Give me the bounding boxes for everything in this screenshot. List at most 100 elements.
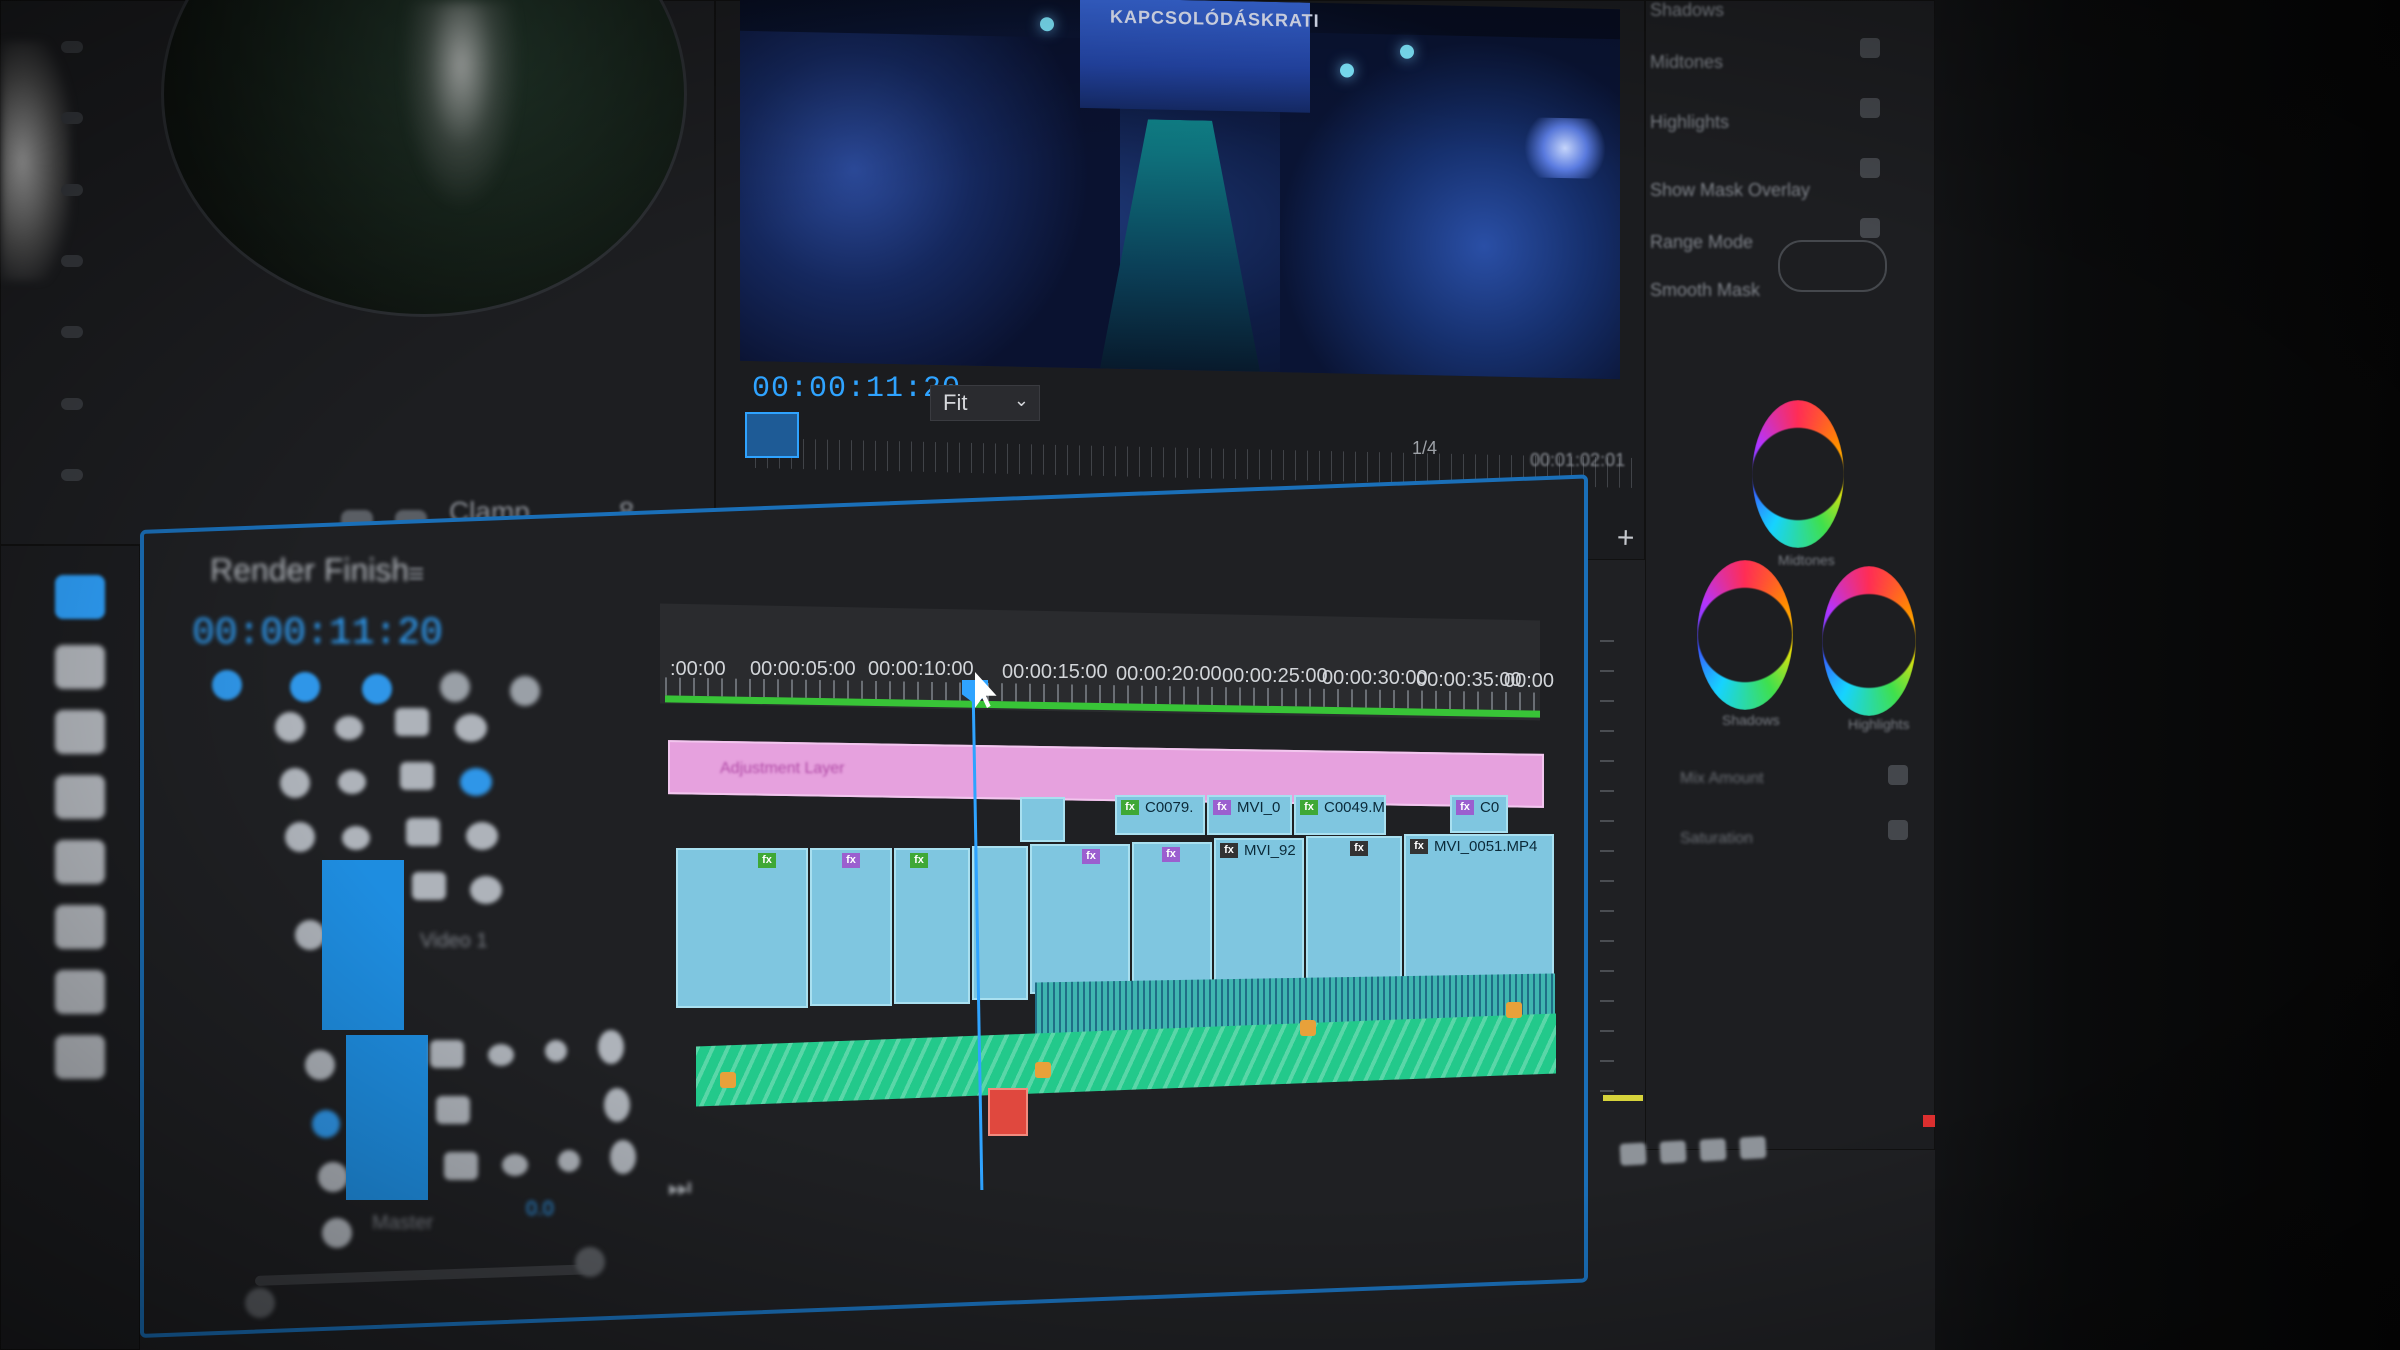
hand-tool-icon[interactable]: [55, 970, 105, 1014]
mute-track-icon[interactable]: [488, 1044, 514, 1066]
lumetri-row: Range Mode: [1650, 232, 1754, 252]
video-clip[interactable]: fx MVI_0: [1207, 795, 1292, 835]
toggle-output-icon[interactable]: [400, 762, 434, 790]
zoom-handle-left[interactable]: [245, 1288, 275, 1318]
zoom-handle-right[interactable]: [575, 1247, 605, 1277]
track-lock-icon[interactable]: [295, 920, 325, 950]
video-clip[interactable]: fx C0049.MP: [1294, 795, 1386, 835]
toggle-output-icon[interactable]: [430, 1040, 464, 1068]
target-track-icon[interactable]: [312, 1110, 340, 1138]
scope-tick: [61, 397, 83, 410]
video-clip[interactable]: [1020, 797, 1065, 842]
video-clip[interactable]: fx: [894, 848, 970, 1004]
shadows-color-wheel[interactable]: [1697, 560, 1793, 710]
toggle-output-icon[interactable]: [406, 818, 440, 846]
keyframe-marker[interactable]: [1300, 1020, 1316, 1036]
video-clip[interactable]: fx: [1030, 844, 1130, 994]
scope-tick: [61, 254, 83, 267]
lumetri-checkbox[interactable]: [1860, 98, 1880, 118]
video-clip[interactable]: fx C0079.: [1115, 795, 1205, 835]
toggle-output-icon[interactable]: [444, 1152, 478, 1180]
eye-icon[interactable]: [466, 822, 498, 850]
add-marker-icon[interactable]: [440, 672, 470, 702]
track-select-tool-icon[interactable]: [55, 645, 105, 689]
v1-source-patch[interactable]: [322, 860, 404, 1030]
nest-toggle-icon[interactable]: [212, 670, 242, 700]
snap-toggle-icon[interactable]: [290, 672, 320, 702]
tray-icon[interactable]: [1739, 1136, 1767, 1160]
a1-source-patch[interactable]: [346, 1035, 428, 1200]
track-lock-icon[interactable]: [280, 768, 310, 798]
keyframe-marker[interactable]: [1506, 1002, 1522, 1018]
keyframe-marker[interactable]: [720, 1072, 736, 1088]
sync-lock-icon[interactable]: [335, 716, 363, 740]
pen-tool-icon[interactable]: [55, 905, 105, 949]
chevron-down-icon: ⌄: [1013, 390, 1029, 410]
fx-badge-icon: fx: [1082, 849, 1100, 864]
toggle-output-icon[interactable]: [395, 708, 429, 736]
eye-icon[interactable]: [455, 714, 487, 742]
video-clip[interactable]: fx: [1306, 836, 1402, 986]
sequence-tab[interactable]: Render Finish: [210, 552, 409, 589]
audio-clip-a3[interactable]: [988, 1088, 1028, 1136]
microphone-icon[interactable]: [610, 1140, 636, 1174]
slip-tool-icon[interactable]: [55, 840, 105, 884]
mute-track-icon[interactable]: [502, 1154, 528, 1176]
eye-icon[interactable]: [460, 768, 492, 796]
ruler-label: 00:00:10:00: [868, 658, 974, 680]
lumetri-checkbox[interactable]: [1888, 820, 1908, 840]
razor-tool-icon[interactable]: [55, 775, 105, 819]
video-clip[interactable]: fx: [676, 848, 808, 1008]
sync-lock-icon[interactable]: [338, 770, 366, 794]
playback-resolution-select[interactable]: 1/4: [1412, 438, 1437, 459]
video-clip[interactable]: fx: [810, 848, 892, 1006]
adjustment-layer-label: Adjustment Layer: [720, 760, 845, 777]
track-lock-icon[interactable]: [305, 1050, 335, 1080]
video-clip[interactable]: fx C0: [1450, 795, 1508, 833]
video-clip[interactable]: fx MVI_92: [1214, 838, 1304, 988]
go-to-end-icon[interactable]: ⏭: [668, 1172, 691, 1204]
tray-icon[interactable]: [1659, 1140, 1687, 1164]
type-tool-icon[interactable]: [55, 1035, 105, 1079]
hamburger-menu-icon[interactable]: ≡: [408, 558, 424, 590]
midtones-color-wheel[interactable]: [1752, 400, 1844, 548]
microphone-icon[interactable]: [604, 1088, 630, 1122]
fx-badge-icon: fx: [1350, 841, 1368, 856]
tray-icon[interactable]: [1619, 1142, 1647, 1166]
microphone-icon[interactable]: [598, 1030, 624, 1064]
eye-icon[interactable]: [470, 876, 502, 904]
toggle-output-icon[interactable]: [412, 872, 446, 900]
keyframe-marker[interactable]: [1035, 1062, 1051, 1078]
track-lock-icon[interactable]: [285, 822, 315, 852]
track-lock-icon[interactable]: [275, 712, 305, 742]
lumetri-checkbox[interactable]: [1860, 218, 1880, 238]
solo-track-icon[interactable]: [545, 1040, 567, 1062]
lumetri-checkbox[interactable]: [1860, 158, 1880, 178]
sequence-timecode[interactable]: 00:00:11:20: [192, 612, 443, 655]
button-editor-icon[interactable]: +: [1612, 521, 1639, 556]
range-mode-toggle[interactable]: [1778, 240, 1887, 292]
audio-meter-level: [1603, 1095, 1643, 1101]
track-lock-icon[interactable]: [318, 1162, 348, 1192]
scope-tick: [61, 41, 83, 53]
monitor-playhead[interactable]: [745, 412, 799, 458]
solo-track-icon[interactable]: [558, 1150, 580, 1172]
highlights-color-wheel[interactable]: [1822, 566, 1916, 716]
video-clip[interactable]: fx: [1132, 842, 1212, 990]
video-clip[interactable]: [972, 846, 1028, 1000]
selection-tool-icon[interactable]: [55, 575, 105, 619]
video-crowd-right: [1280, 32, 1620, 380]
ripple-edit-tool-icon[interactable]: [55, 710, 105, 754]
zoom-level-select[interactable]: Fit ⌄: [930, 385, 1040, 421]
lumetri-checkbox[interactable]: [1860, 38, 1880, 58]
sync-lock-icon[interactable]: [342, 826, 370, 850]
lumetri-checkbox[interactable]: [1888, 765, 1908, 785]
wrench-icon[interactable]: [510, 676, 540, 706]
lumetri-row: Highlights: [1650, 112, 1730, 132]
linked-selection-icon[interactable]: [362, 674, 392, 704]
master-volume-value[interactable]: 0.0: [526, 1198, 554, 1221]
tray-icon[interactable]: [1699, 1138, 1727, 1162]
video-clip[interactable]: fx MVI_0051.MP4: [1404, 834, 1554, 984]
track-lock-icon[interactable]: [322, 1218, 352, 1248]
toggle-output-icon[interactable]: [436, 1096, 470, 1124]
